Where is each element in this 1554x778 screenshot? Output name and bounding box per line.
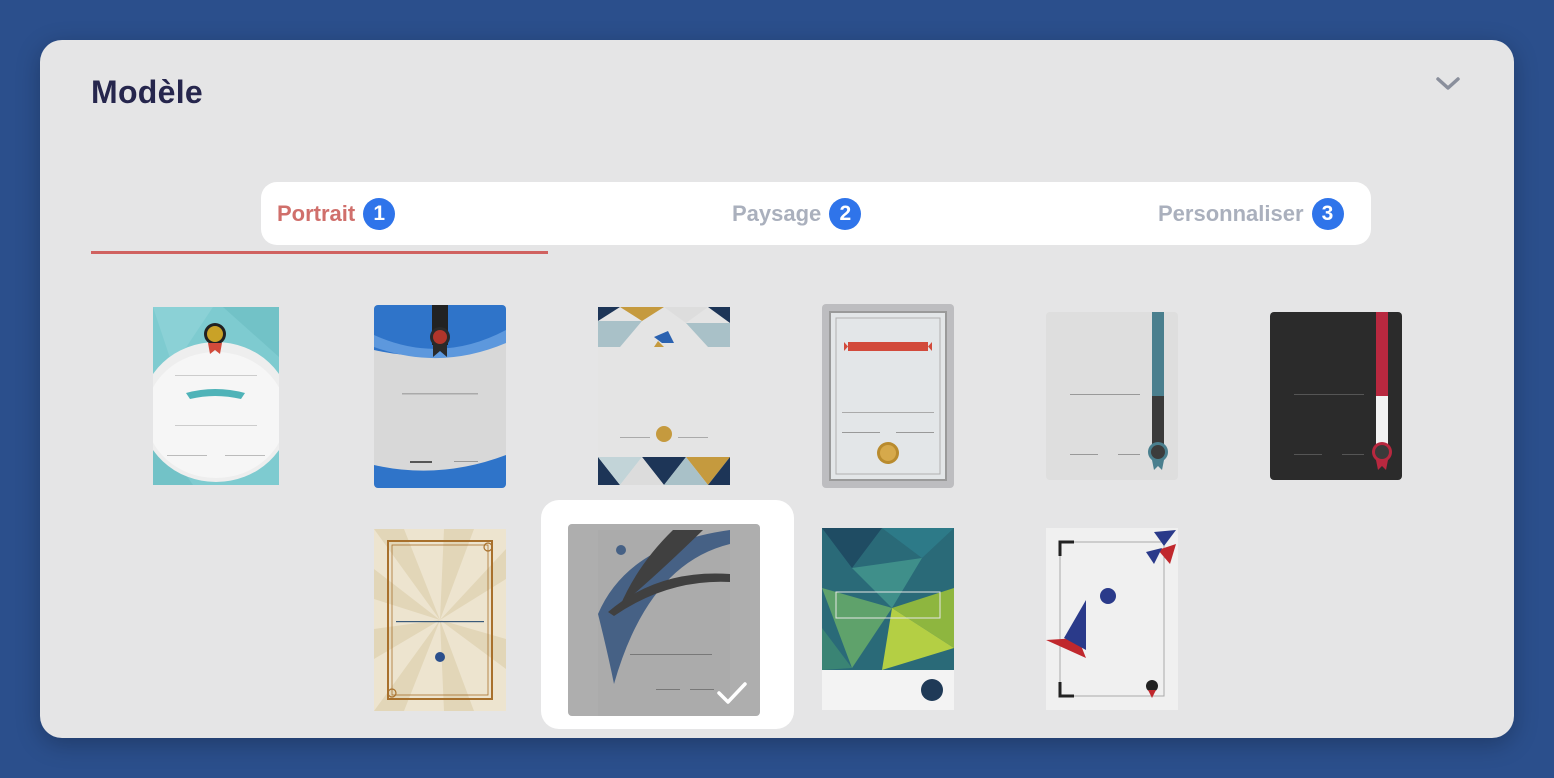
- template-black-red-band[interactable]: [1270, 312, 1402, 480]
- active-tab-indicator: [91, 251, 548, 254]
- chevron-down-icon: [1435, 76, 1461, 97]
- collapse-button[interactable]: [1428, 70, 1468, 102]
- tab-paysage[interactable]: Paysage 2: [732, 182, 862, 245]
- template-blue-medal[interactable]: [374, 305, 506, 488]
- template-vintage-sunburst[interactable]: [374, 529, 506, 711]
- panel-title: Modèle: [91, 74, 204, 110]
- tab-personnaliser-label: Personnaliser: [1158, 200, 1304, 226]
- template-grey-teal-band[interactable]: [1046, 312, 1178, 480]
- tab-paysage-badge: 2: [829, 197, 862, 230]
- template-polygon-green[interactable]: [822, 528, 954, 710]
- tab-personnaliser[interactable]: Personnaliser 3: [1158, 182, 1344, 245]
- template-blue-swoosh[interactable]: [568, 524, 760, 716]
- template-teal-ribbon[interactable]: [153, 307, 279, 485]
- tab-portrait-label: Portrait: [277, 200, 356, 226]
- template-panel: Modèle Portrait 1 Paysage 2 Personnalise…: [40, 40, 1514, 738]
- template-geometric-gold[interactable]: [598, 307, 730, 485]
- tab-portrait-badge: 1: [363, 197, 396, 230]
- template-tricolor-corners[interactable]: [1046, 528, 1178, 710]
- tab-bar: Portrait 1 Paysage 2 Personnaliser 3: [261, 182, 1371, 245]
- tab-paysage-label: Paysage: [732, 200, 822, 226]
- tab-personnaliser-badge: 3: [1311, 197, 1344, 230]
- template-silver-frame[interactable]: [822, 304, 954, 488]
- checkmark-icon: [714, 678, 750, 708]
- selected-template-card[interactable]: [541, 500, 794, 729]
- tab-portrait[interactable]: Portrait 1: [277, 182, 396, 245]
